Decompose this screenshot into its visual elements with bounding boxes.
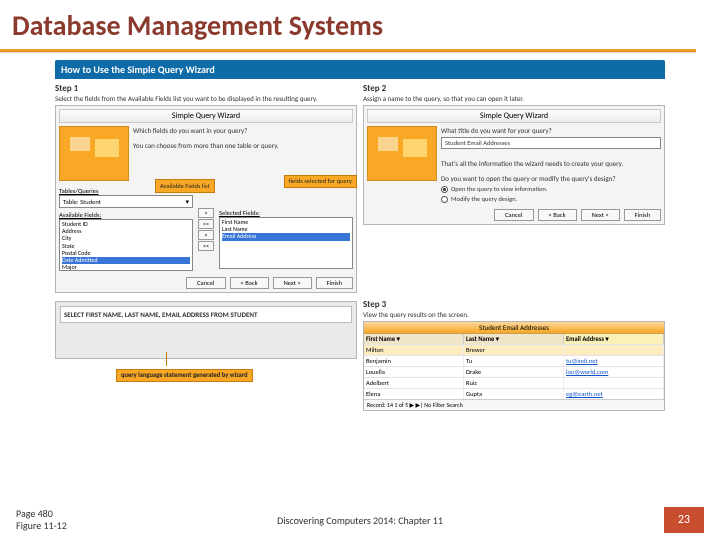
wizard1-title: Simple Query Wizard	[59, 109, 353, 123]
step3-desc: View the query results on the screen.	[363, 310, 665, 319]
table-row[interactable]: LouellaDrakelou@world.com	[364, 366, 664, 377]
remove-all-button[interactable]: <<	[198, 241, 214, 251]
step-1: Step 1 Select the fields from the Availa…	[55, 83, 357, 293]
table-row[interactable]: AdelbertRuiz	[364, 377, 664, 388]
tables-dropdown[interactable]: Table: Student	[59, 195, 193, 208]
cancel-button[interactable]: Cancel	[186, 277, 225, 289]
step1-label: Step 1	[55, 83, 357, 94]
callout-available: Available Fields list	[155, 179, 215, 193]
step2-desc: Assign a name to the query, so that you …	[363, 94, 665, 103]
cancel-button[interactable]: Cancel	[494, 209, 533, 221]
add-all-button[interactable]: >>	[198, 219, 214, 229]
wizard1-prompt2: You can choose from more than one table …	[133, 141, 353, 150]
radio-unselected-icon	[441, 196, 448, 203]
sql-statement-panel: SELECT FIRST NAME, LAST NAME, EMAIL ADDR…	[55, 301, 357, 359]
radio-open-query[interactable]: Open the query to view information.	[441, 185, 661, 193]
slide-title: Database Management Systems	[0, 0, 720, 45]
figure-content: How to Use the Simple Query Wizard Step …	[55, 60, 665, 492]
page-number-badge: 23	[664, 507, 704, 533]
footer-center-text: Discovering Computers 2014: Chapter 11	[277, 514, 443, 527]
remove-one-button[interactable]: <	[198, 230, 214, 240]
wizard1-prompt1: Which fields do you want in your query?	[133, 126, 353, 135]
radio-selected-icon	[441, 186, 448, 193]
wizard1-window: Simple Query Wizard Which fields do you …	[55, 105, 357, 293]
finish-button[interactable]: Finish	[316, 277, 353, 289]
radio-modify-design[interactable]: Modify the query design.	[441, 195, 661, 203]
back-button[interactable]: < Back	[538, 209, 577, 221]
results-datasheet: Student Email Addresses First Name ▾ Las…	[363, 321, 665, 411]
step-2: Step 2 Assign a name to the query, so th…	[363, 83, 665, 293]
table-row[interactable]: ElenaGuptaeg@earth.net	[364, 388, 664, 399]
record-navigator[interactable]: Record: 14 1 of 5 ▶ ▶| No Filter Search	[364, 399, 664, 410]
finish-button[interactable]: Finish	[624, 209, 661, 221]
datasheet-title: Student Email Addresses	[364, 322, 664, 334]
wizard2-window: Simple Query Wizard What title do you wa…	[363, 105, 665, 225]
table-row[interactable]: BenjaminTutu@indi.net	[364, 355, 664, 366]
datasheet-header: First Name ▾ Last Name ▾ Email Address ▾	[364, 334, 664, 344]
selected-fields-label: Selected Fields:	[219, 209, 353, 217]
add-one-button[interactable]: >	[198, 208, 214, 218]
selected-fields-list[interactable]: First Name Last Name Email Address	[219, 217, 353, 269]
available-fields-label: Available Fields:	[59, 211, 193, 219]
wizard-graphic-icon	[59, 126, 129, 181]
callout-selected: fields selected for query	[284, 175, 357, 188]
query-name-input[interactable]: Student Email Addresses	[441, 137, 661, 149]
table-row[interactable]: MiltonBrewer	[364, 344, 664, 355]
step3-label: Step 3	[363, 299, 665, 310]
wizard2-info1: That's all the information the wizard ne…	[441, 159, 661, 168]
slide-footer: Page 480 Figure 11-12 Discovering Comput…	[0, 500, 720, 540]
wizard2-title: Simple Query Wizard	[367, 109, 661, 123]
transfer-buttons: > >> < <<	[197, 187, 215, 271]
step-3: Step 3 View the query results on the scr…	[363, 299, 665, 411]
figure-header: How to Use the Simple Query Wizard	[55, 60, 665, 79]
wizard2-prompt: What title do you want for your query?	[441, 126, 661, 135]
step2-label: Step 2	[363, 83, 665, 94]
callout-sql: query language statement generated by wi…	[116, 369, 253, 382]
col-lastname[interactable]: Last Name ▾	[464, 334, 564, 344]
callout-connector	[166, 352, 167, 366]
sql-area: SELECT FIRST NAME, LAST NAME, EMAIL ADDR…	[55, 299, 357, 411]
available-fields-list[interactable]: Student ID Address City State Postal Cod…	[59, 219, 193, 271]
title-divider	[0, 49, 696, 53]
wizard-flag-icon	[367, 126, 437, 181]
col-firstname[interactable]: First Name ▾	[364, 334, 464, 344]
footer-figure-ref: Figure 11-12	[16, 520, 67, 532]
step1-desc: Select the fields from the Available Fie…	[55, 94, 357, 103]
next-button[interactable]: Next >	[581, 209, 620, 221]
next-button[interactable]: Next >	[273, 277, 312, 289]
col-email[interactable]: Email Address ▾	[564, 334, 664, 344]
wizard2-info2: Do you want to open the query or modify …	[441, 174, 661, 183]
sql-statement-text: SELECT FIRST NAME, LAST NAME, EMAIL ADDR…	[60, 306, 352, 323]
back-button[interactable]: < Back	[230, 277, 269, 289]
